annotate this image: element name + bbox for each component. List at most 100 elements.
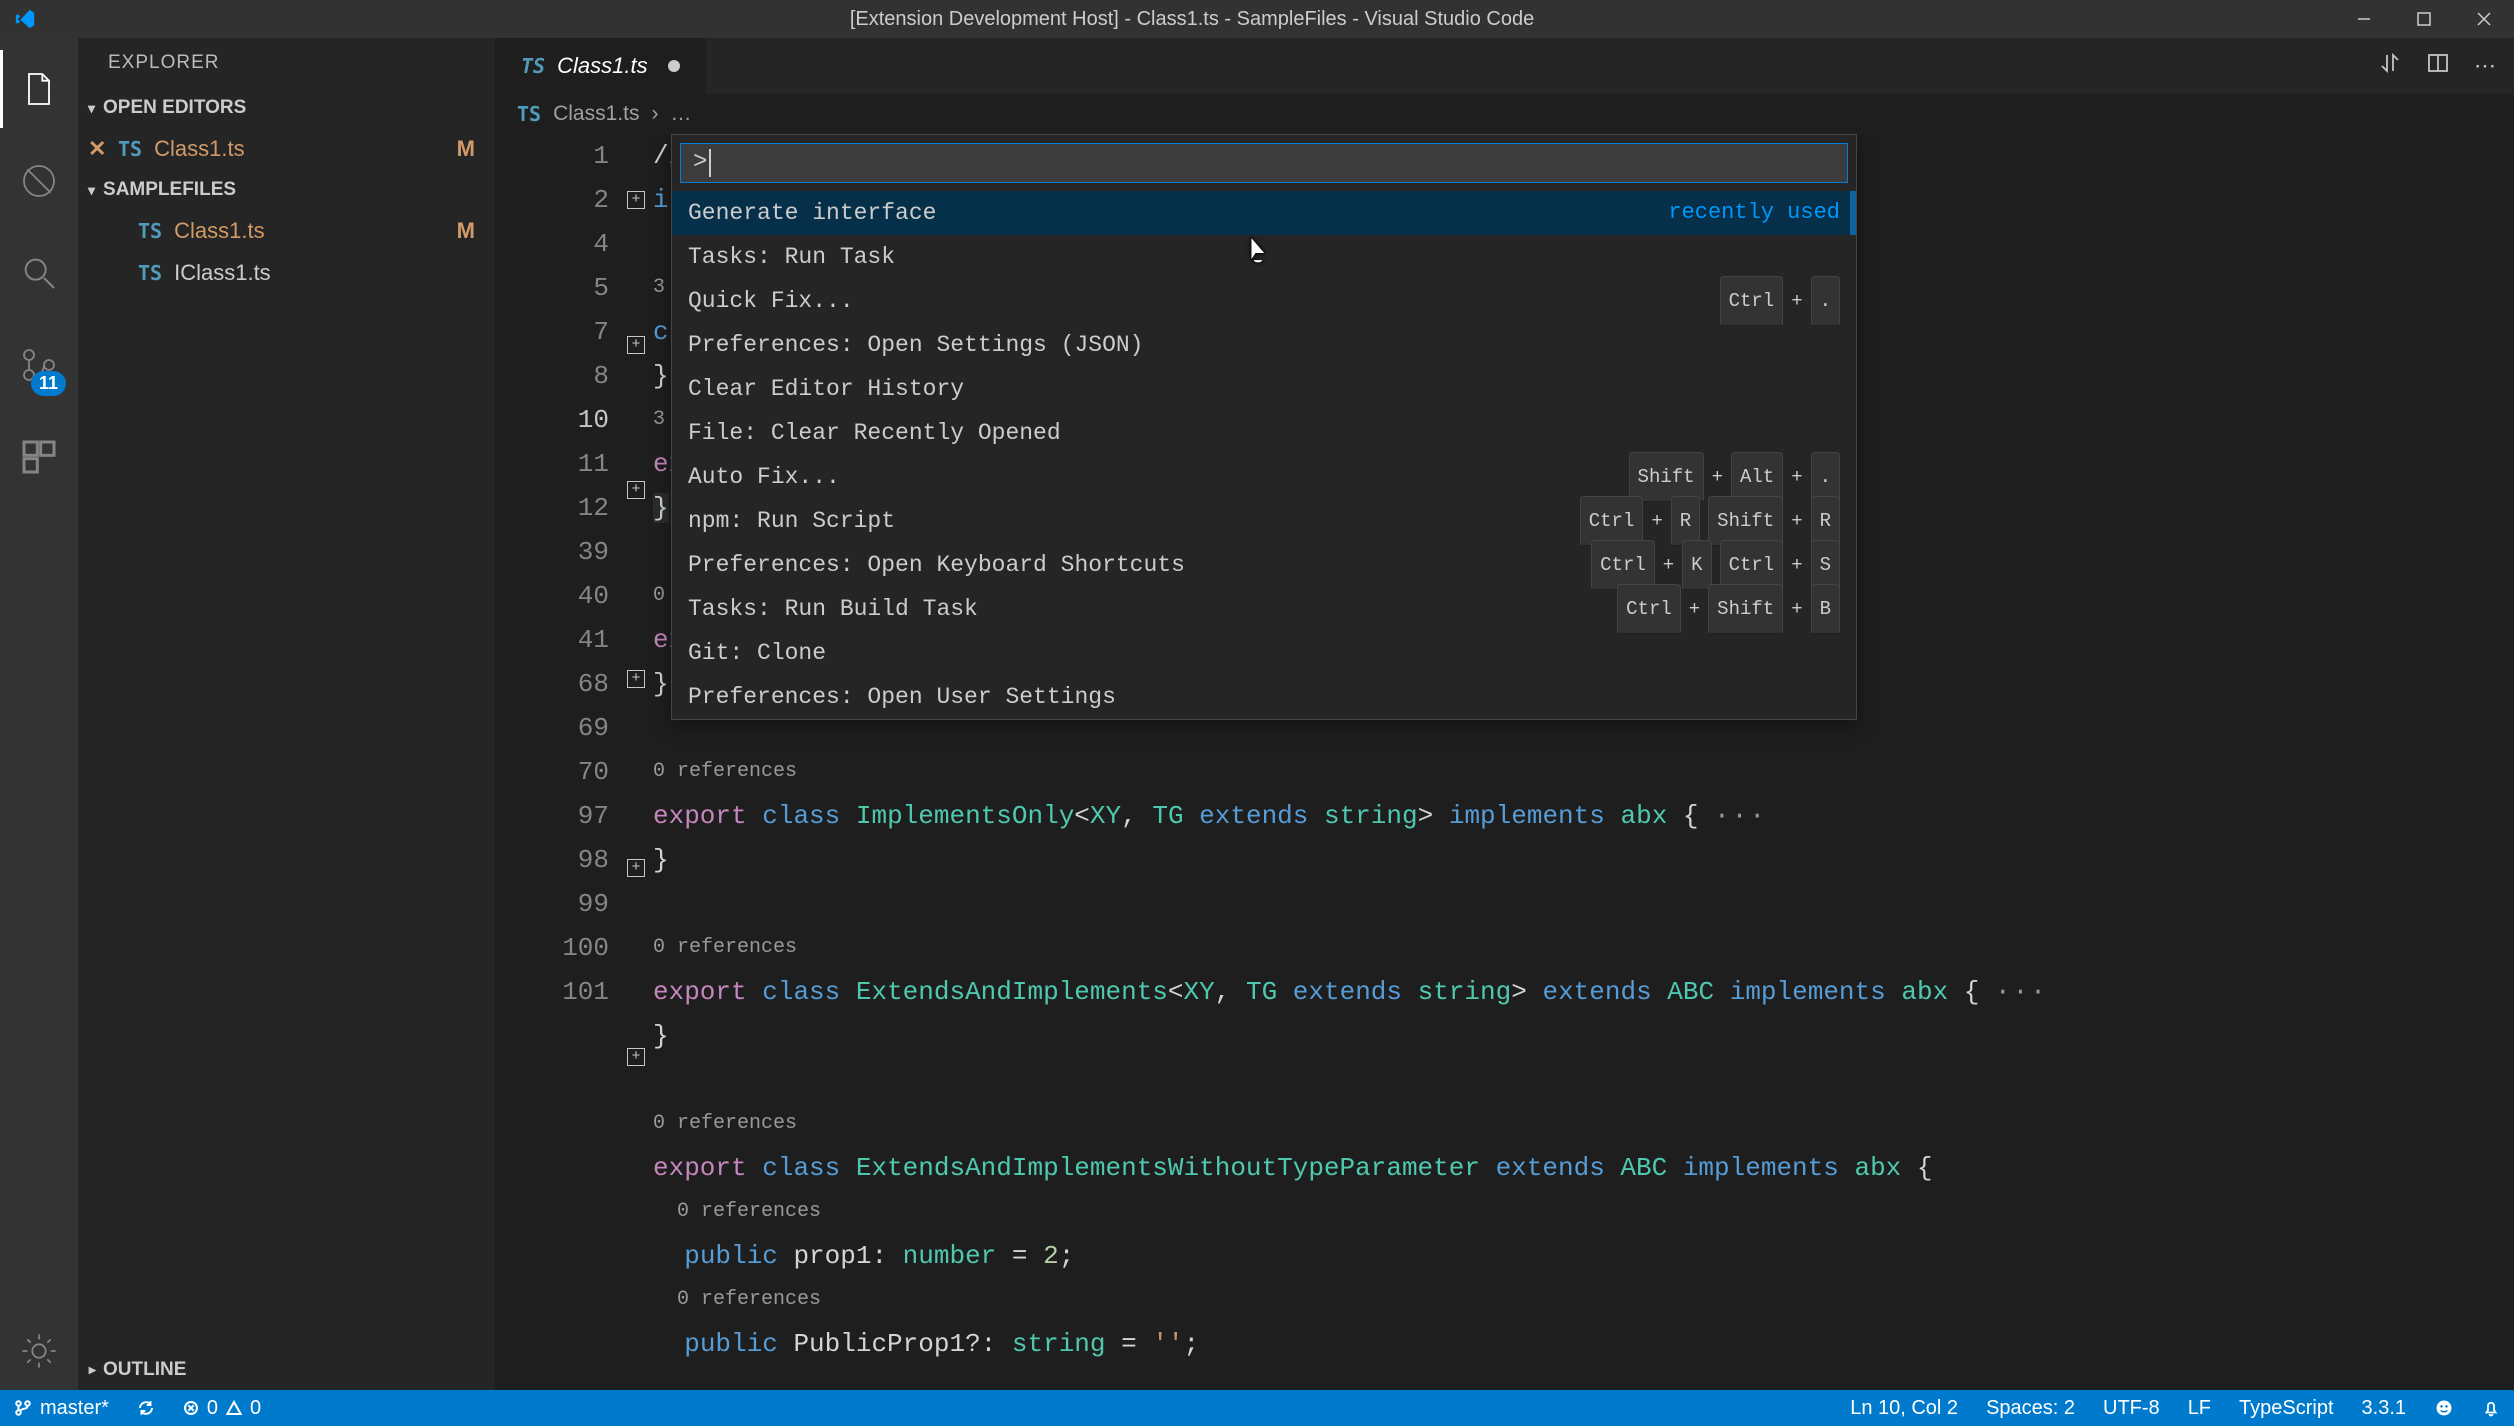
close-icon[interactable]: ✕ bbox=[88, 136, 106, 162]
fold-toggle[interactable]: + bbox=[627, 859, 645, 877]
command-label: Generate interface bbox=[688, 191, 936, 235]
line-number: 97 bbox=[495, 794, 609, 838]
typescript-icon: TS bbox=[138, 261, 162, 285]
activity-bar: 11 bbox=[0, 38, 78, 1390]
command-palette-item[interactable]: Preferences: Open User Settings bbox=[672, 675, 1856, 719]
fold-toggle[interactable]: + bbox=[627, 191, 645, 209]
line-number: 10 bbox=[495, 398, 609, 442]
fold-toggle[interactable]: + bbox=[627, 1048, 645, 1066]
minimize-button[interactable] bbox=[2334, 0, 2394, 38]
command-palette-item[interactable]: Auto Fix...Shift+Alt+. bbox=[672, 455, 1856, 499]
code-line[interactable]: export class ImplementsOnly<XY, TG exten… bbox=[653, 794, 2514, 838]
code-line[interactable]: export class ExtendsAndImplements<XY, TG… bbox=[653, 970, 2514, 1014]
outline-label: OUTLINE bbox=[103, 1359, 186, 1381]
code-lens[interactable]: 0 references bbox=[653, 926, 2514, 970]
file-tree-item[interactable]: TS Class1.ts M bbox=[78, 210, 495, 252]
status-sync[interactable] bbox=[123, 1390, 169, 1426]
command-label: File: Clear Recently Opened bbox=[688, 411, 1061, 455]
code-line[interactable]: public PublicProp1?: string = ''; bbox=[653, 1322, 2514, 1366]
activity-settings[interactable] bbox=[0, 1312, 78, 1390]
gear-icon bbox=[19, 1331, 59, 1371]
code-line[interactable]: public prop1: number = 2; bbox=[653, 1234, 2514, 1278]
tab-class1[interactable]: TS Class1.ts bbox=[495, 38, 707, 94]
code-line[interactable]: } bbox=[653, 1014, 2514, 1058]
line-number: 2 bbox=[495, 178, 609, 222]
fold-toggle[interactable]: + bbox=[627, 481, 645, 499]
activity-search2[interactable] bbox=[0, 234, 78, 312]
open-editor-item[interactable]: ✕ TS Class1.ts M bbox=[78, 128, 495, 170]
close-button[interactable] bbox=[2454, 0, 2514, 38]
warning-count: 0 bbox=[250, 1397, 261, 1420]
breadcrumb-more: … bbox=[670, 102, 691, 126]
status-problems[interactable]: 0 0 bbox=[169, 1390, 275, 1426]
keybinding: Ctrl+. bbox=[1720, 276, 1840, 327]
breadcrumb-file: Class1.ts bbox=[553, 102, 639, 126]
status-ts-version[interactable]: 3.3.1 bbox=[2348, 1390, 2420, 1426]
breadcrumb[interactable]: TS Class1.ts › … bbox=[495, 94, 2514, 134]
code-editor[interactable]: 124578101112394041686970979899100101 +++… bbox=[495, 134, 2514, 1390]
activity-scm[interactable]: 11 bbox=[0, 326, 78, 404]
activity-debug[interactable] bbox=[0, 142, 78, 220]
line-number: 12 bbox=[495, 486, 609, 530]
typescript-icon: TS bbox=[517, 102, 541, 126]
activity-extensions[interactable] bbox=[0, 418, 78, 496]
fold-toggle[interactable]: + bbox=[627, 336, 645, 354]
code-line[interactable] bbox=[653, 882, 2514, 926]
code-line[interactable] bbox=[653, 1058, 2514, 1102]
command-palette-item[interactable]: npm: Run ScriptCtrl+RShift+R bbox=[672, 499, 1856, 543]
command-palette-item[interactable]: Tasks: Run Build TaskCtrl+Shift+B bbox=[672, 587, 1856, 631]
status-language[interactable]: TypeScript bbox=[2225, 1390, 2347, 1426]
status-position[interactable]: Ln 10, Col 2 bbox=[1836, 1390, 1972, 1426]
command-palette-input[interactable]: > bbox=[680, 143, 1848, 183]
open-editors-header[interactable]: ▾ OPEN EDITORS bbox=[78, 88, 495, 128]
outline-header[interactable]: ▾ OUTLINE bbox=[78, 1350, 495, 1390]
more-actions-icon[interactable]: ⋯ bbox=[2474, 53, 2496, 79]
command-palette-item[interactable]: Quick Fix...Ctrl+. bbox=[672, 279, 1856, 323]
dirty-indicator bbox=[668, 60, 680, 72]
command-palette-item[interactable]: Preferences: Open Keyboard ShortcutsCtrl… bbox=[672, 543, 1856, 587]
code-lens[interactable]: 0 references bbox=[653, 1278, 2514, 1322]
line-number: 40 bbox=[495, 574, 609, 618]
line-number: 7 bbox=[495, 310, 609, 354]
code-lens[interactable]: 0 references bbox=[653, 1102, 2514, 1146]
status-eol[interactable]: LF bbox=[2174, 1390, 2225, 1426]
status-bar: master* 0 0 Ln 10, Col 2 Spaces: 2 UTF-8… bbox=[0, 1390, 2514, 1426]
chevron-down-icon: ▾ bbox=[88, 182, 95, 199]
code-line[interactable]: } bbox=[653, 838, 2514, 882]
line-number: 41 bbox=[495, 618, 609, 662]
typescript-icon: TS bbox=[118, 137, 142, 161]
git-branch-icon bbox=[14, 1399, 32, 1417]
command-palette-item[interactable]: Preferences: Open Settings (JSON) bbox=[672, 323, 1856, 367]
command-palette-item[interactable]: Generate interfacerecently used bbox=[672, 191, 1856, 235]
folder-header[interactable]: ▾ SAMPLEFILES bbox=[78, 170, 495, 210]
code-lens[interactable]: 0 references bbox=[653, 750, 2514, 794]
status-encoding[interactable]: UTF-8 bbox=[2089, 1390, 2174, 1426]
sync-icon bbox=[137, 1399, 155, 1417]
input-value: > bbox=[693, 141, 707, 185]
fold-toggle[interactable]: + bbox=[627, 670, 645, 688]
status-feedback[interactable] bbox=[2420, 1390, 2468, 1426]
split-editor-icon[interactable] bbox=[2426, 51, 2450, 81]
bug-icon bbox=[19, 161, 59, 201]
command-palette-item[interactable]: Tasks: Run Task bbox=[672, 235, 1856, 279]
open-editors-label: OPEN EDITORS bbox=[103, 97, 246, 119]
line-number: 8 bbox=[495, 354, 609, 398]
status-bell[interactable] bbox=[2468, 1390, 2514, 1426]
command-label: Tasks: Run Task bbox=[688, 235, 895, 279]
command-palette: > Generate interfacerecently usedTasks: … bbox=[671, 134, 1857, 720]
status-indent[interactable]: Spaces: 2 bbox=[1972, 1390, 2089, 1426]
command-palette-item[interactable]: Git: Clone bbox=[672, 631, 1856, 675]
compare-changes-icon[interactable] bbox=[2378, 51, 2402, 81]
file-tree-item[interactable]: TS IClass1.ts bbox=[78, 252, 495, 294]
command-palette-item[interactable]: File: Clear Recently Opened bbox=[672, 411, 1856, 455]
status-branch[interactable]: master* bbox=[0, 1390, 123, 1426]
files-icon bbox=[19, 69, 59, 109]
maximize-button[interactable] bbox=[2394, 0, 2454, 38]
code-line[interactable]: export class ExtendsAndImplementsWithout… bbox=[653, 1146, 2514, 1190]
typescript-icon: TS bbox=[521, 54, 545, 78]
activity-explorer[interactable] bbox=[0, 50, 78, 128]
code-lens[interactable]: 0 references bbox=[653, 1190, 2514, 1234]
command-palette-item[interactable]: Clear Editor History bbox=[672, 367, 1856, 411]
branch-name: master* bbox=[40, 1397, 109, 1420]
editor-group: TS Class1.ts ⋯ TS Class1.ts › … 12457810… bbox=[495, 38, 2514, 1390]
